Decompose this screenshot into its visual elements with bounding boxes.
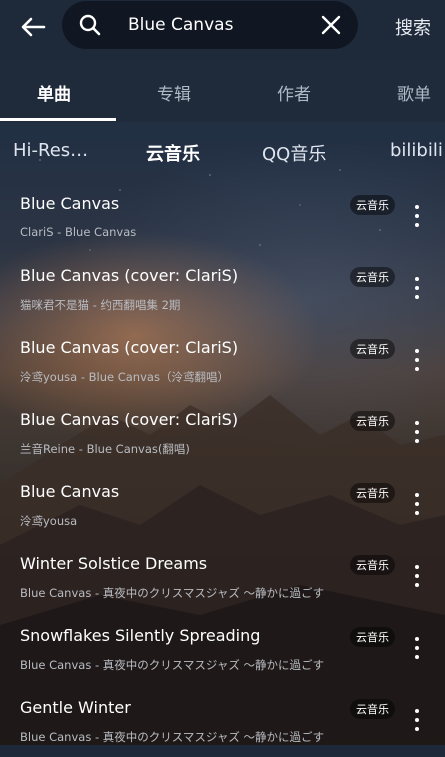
song-subtitle: Blue Canvas - 真夜中のクリスマスジャズ 〜静かに過ごす — [20, 730, 325, 744]
search-button[interactable]: 搜索 — [395, 14, 431, 40]
song-subtitle: Blue Canvas - 真夜中のクリスマスジャズ 〜静かに過ごす — [20, 658, 325, 672]
source-badge: 云音乐 — [350, 627, 395, 647]
song-title: Blue Canvas — [20, 482, 120, 501]
source-badge: 云音乐 — [350, 483, 395, 503]
source-qq-music[interactable]: QQ音乐 — [262, 140, 326, 166]
result-list: Blue Canvas ClariS - Blue Canvas 云音乐 Blu… — [0, 181, 445, 757]
source-filter-bar: Hi-Res… 云音乐 QQ音乐 bilibili — [0, 136, 445, 172]
search-header: 搜索 — [0, 0, 445, 58]
list-item[interactable]: Blue Canvas 泠鸢yousa 云音乐 — [0, 469, 445, 541]
category-tabs: 单曲 专辑 作者 歌单 — [0, 58, 445, 122]
source-badge: 云音乐 — [350, 339, 395, 359]
source-bilibili[interactable]: bilibili — [390, 140, 443, 161]
source-cloud-music[interactable]: 云音乐 — [146, 140, 200, 166]
song-subtitle: 泠鸢yousa — [20, 514, 78, 528]
list-item[interactable]: Blue Canvas (cover: ClariS) 兰音Reine - Bl… — [0, 397, 445, 469]
tab-artists[interactable]: 作者 — [277, 80, 311, 105]
song-subtitle: Blue Canvas - 真夜中のクリスマスジャズ 〜静かに過ごす — [20, 586, 325, 600]
song-title: Gentle Winter — [20, 698, 131, 717]
search-bar[interactable] — [62, 1, 358, 49]
search-icon — [79, 14, 101, 36]
source-badge: 云音乐 — [350, 195, 395, 215]
back-arrow-icon[interactable] — [18, 12, 48, 42]
more-options-icon[interactable] — [407, 707, 427, 735]
song-title: Blue Canvas (cover: ClariS) — [20, 266, 239, 285]
search-input[interactable] — [128, 1, 308, 49]
more-options-icon[interactable] — [407, 275, 427, 303]
more-options-icon[interactable] — [407, 491, 427, 519]
more-options-icon[interactable] — [407, 203, 427, 231]
list-item[interactable]: Snowflakes Silently Spreading Blue Canva… — [0, 613, 445, 685]
source-badge: 云音乐 — [350, 555, 395, 575]
list-item[interactable]: Blue Canvas ClariS - Blue Canvas 云音乐 — [0, 181, 445, 253]
tab-albums[interactable]: 专辑 — [157, 80, 191, 105]
more-options-icon[interactable] — [407, 635, 427, 663]
source-badge: 云音乐 — [350, 267, 395, 287]
song-subtitle: 猫咪君不是猫 - 约西翻唱集 2期 — [20, 298, 181, 312]
more-options-icon[interactable] — [407, 419, 427, 447]
song-subtitle: ClariS - Blue Canvas — [20, 225, 137, 239]
source-badge: 云音乐 — [350, 411, 395, 431]
list-item[interactable]: Blue Canvas (cover: ClariS) 泠鸢yousa - Bl… — [0, 325, 445, 397]
more-options-icon[interactable] — [407, 347, 427, 375]
song-subtitle: 兰音Reine - Blue Canvas(翻唱) — [20, 442, 190, 456]
song-title: Blue Canvas (cover: ClariS) — [20, 410, 239, 429]
clear-icon[interactable] — [320, 14, 342, 36]
song-title: Blue Canvas — [20, 194, 120, 213]
source-hi-res[interactable]: Hi-Res… — [13, 140, 88, 161]
list-item[interactable]: Winter Solstice Dreams Blue Canvas - 真夜中… — [0, 541, 445, 613]
song-title: Snowflakes Silently Spreading — [20, 626, 261, 645]
list-item[interactable]: Blue Canvas (cover: ClariS) 猫咪君不是猫 - 约西翻… — [0, 253, 445, 325]
song-subtitle: 泠鸢yousa - Blue Canvas（泠鸢翻唱） — [20, 370, 229, 384]
list-item[interactable]: Gentle Winter Blue Canvas - 真夜中のクリスマスジャズ… — [0, 685, 445, 757]
more-options-icon[interactable] — [407, 563, 427, 591]
source-badge: 云音乐 — [350, 699, 395, 719]
active-tab-indicator — [0, 118, 116, 121]
song-title: Blue Canvas (cover: ClariS) — [20, 338, 239, 357]
tab-songs[interactable]: 单曲 — [37, 80, 71, 105]
tab-playlists[interactable]: 歌单 — [397, 80, 431, 105]
song-title: Winter Solstice Dreams — [20, 554, 208, 573]
